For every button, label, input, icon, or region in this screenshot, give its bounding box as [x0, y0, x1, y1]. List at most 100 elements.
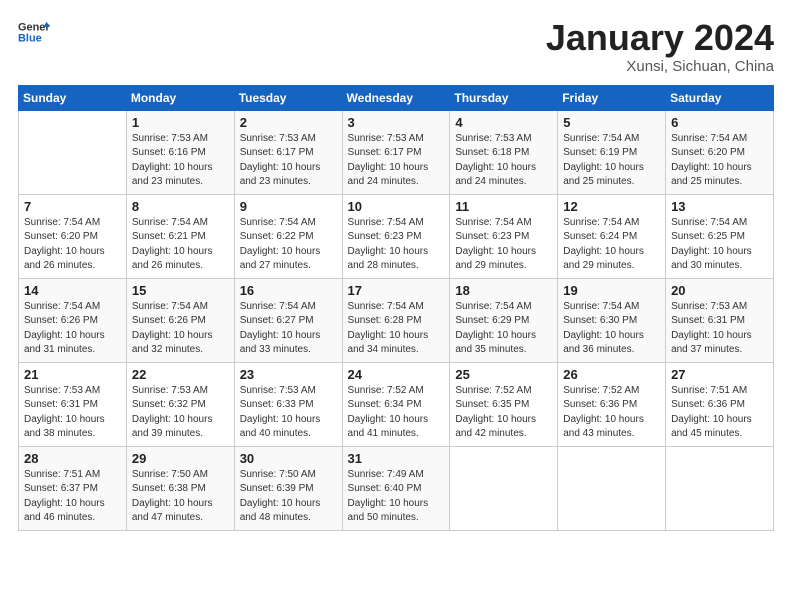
day-info: Sunrise: 7:53 AM Sunset: 6:31 PM Dayligh…	[671, 300, 768, 358]
cell-w4-d5: 26 Sunrise: 7:52 AM Sunset: 6:36 PM Dayli…	[558, 362, 666, 446]
cell-w2-d3: 10 Sunrise: 7:54 AM Sunset: 6:23 PM Dayli…	[342, 194, 450, 278]
title-block: January 2024 Xunsi, Sichuan, China	[546, 18, 774, 75]
cell-w5-d6	[666, 446, 774, 530]
day-number: 18	[455, 283, 552, 298]
day-number: 11	[455, 199, 552, 214]
col-wednesday: Wednesday	[342, 85, 450, 110]
day-info: Sunrise: 7:54 AM Sunset: 6:22 PM Dayligh…	[240, 216, 337, 274]
day-number: 19	[563, 283, 660, 298]
day-number: 21	[24, 367, 121, 382]
day-number: 27	[671, 367, 768, 382]
cell-w3-d0: 14 Sunrise: 7:54 AM Sunset: 6:26 PM Dayli…	[19, 278, 127, 362]
cell-w3-d6: 20 Sunrise: 7:53 AM Sunset: 6:31 PM Dayli…	[666, 278, 774, 362]
day-info: Sunrise: 7:54 AM Sunset: 6:30 PM Dayligh…	[563, 300, 660, 358]
cell-w1-d3: 3Sunrise: 7:53 AM Sunset: 6:17 PM Daylig…	[342, 110, 450, 194]
day-number: 2	[240, 115, 337, 130]
col-sunday: Sunday	[19, 85, 127, 110]
day-info: Sunrise: 7:54 AM Sunset: 6:27 PM Dayligh…	[240, 300, 337, 358]
header: General Blue January 2024 Xunsi, Sichuan…	[18, 18, 774, 75]
cell-w2-d0: 7Sunrise: 7:54 AM Sunset: 6:20 PM Daylig…	[19, 194, 127, 278]
cell-w3-d5: 19 Sunrise: 7:54 AM Sunset: 6:30 PM Dayli…	[558, 278, 666, 362]
day-number: 8	[132, 199, 229, 214]
day-number: 30	[240, 451, 337, 466]
cell-w4-d0: 21 Sunrise: 7:53 AM Sunset: 6:31 PM Dayli…	[19, 362, 127, 446]
day-info: Sunrise: 7:53 AM Sunset: 6:18 PM Dayligh…	[455, 132, 552, 190]
cell-w2-d6: 13Sunrise: 7:54 AM Sunset: 6:25 PM Dayli…	[666, 194, 774, 278]
cell-w1-d2: 2 Sunrise: 7:53 AM Sunset: 6:17 PM Daylig…	[234, 110, 342, 194]
cell-w2-d1: 8Sunrise: 7:54 AM Sunset: 6:21 PM Daylig…	[126, 194, 234, 278]
svg-text:Blue: Blue	[18, 32, 42, 44]
day-number: 1	[132, 115, 229, 130]
day-info: Sunrise: 7:53 AM Sunset: 6:17 PM Dayligh…	[240, 132, 337, 190]
month-title: January 2024	[546, 18, 774, 58]
cell-w5-d0: 28 Sunrise: 7:51 AM Sunset: 6:37 PM Dayli…	[19, 446, 127, 530]
cell-w1-d6: 6 Sunrise: 7:54 AM Sunset: 6:20 PM Daylig…	[666, 110, 774, 194]
day-number: 10	[348, 199, 445, 214]
day-number: 5	[563, 115, 660, 130]
col-tuesday: Tuesday	[234, 85, 342, 110]
cell-w3-d3: 17 Sunrise: 7:54 AM Sunset: 6:28 PM Dayli…	[342, 278, 450, 362]
day-info: Sunrise: 7:54 AM Sunset: 6:20 PM Dayligh…	[671, 132, 768, 190]
week-row-4: 21 Sunrise: 7:53 AM Sunset: 6:31 PM Dayli…	[19, 362, 774, 446]
day-info: Sunrise: 7:50 AM Sunset: 6:38 PM Dayligh…	[132, 468, 229, 526]
day-info: Sunrise: 7:54 AM Sunset: 6:29 PM Dayligh…	[455, 300, 552, 358]
day-info: Sunrise: 7:53 AM Sunset: 6:32 PM Dayligh…	[132, 384, 229, 442]
logo-icon: General Blue	[18, 18, 50, 46]
day-number: 6	[671, 115, 768, 130]
cell-w4-d4: 25 Sunrise: 7:52 AM Sunset: 6:35 PM Dayli…	[450, 362, 558, 446]
day-number: 14	[24, 283, 121, 298]
calendar-table: Sunday Monday Tuesday Wednesday Thursday…	[18, 85, 774, 531]
cell-w5-d3: 31 Sunrise: 7:49 AM Sunset: 6:40 PM Dayli…	[342, 446, 450, 530]
day-info: Sunrise: 7:54 AM Sunset: 6:26 PM Dayligh…	[24, 300, 121, 358]
day-info: Sunrise: 7:54 AM Sunset: 6:23 PM Dayligh…	[348, 216, 445, 274]
day-number: 3	[348, 115, 445, 130]
day-number: 31	[348, 451, 445, 466]
cell-w2-d4: 11 Sunrise: 7:54 AM Sunset: 6:23 PM Dayli…	[450, 194, 558, 278]
cell-w4-d1: 22 Sunrise: 7:53 AM Sunset: 6:32 PM Dayli…	[126, 362, 234, 446]
col-monday: Monday	[126, 85, 234, 110]
cell-w3-d4: 18 Sunrise: 7:54 AM Sunset: 6:29 PM Dayli…	[450, 278, 558, 362]
day-info: Sunrise: 7:53 AM Sunset: 6:33 PM Dayligh…	[240, 384, 337, 442]
cell-w4-d3: 24 Sunrise: 7:52 AM Sunset: 6:34 PM Dayli…	[342, 362, 450, 446]
day-number: 23	[240, 367, 337, 382]
day-info: Sunrise: 7:50 AM Sunset: 6:39 PM Dayligh…	[240, 468, 337, 526]
day-number: 15	[132, 283, 229, 298]
day-number: 26	[563, 367, 660, 382]
day-info: Sunrise: 7:54 AM Sunset: 6:24 PM Dayligh…	[563, 216, 660, 274]
day-info: Sunrise: 7:54 AM Sunset: 6:26 PM Dayligh…	[132, 300, 229, 358]
day-number: 17	[348, 283, 445, 298]
cell-w4-d2: 23 Sunrise: 7:53 AM Sunset: 6:33 PM Dayli…	[234, 362, 342, 446]
cell-w2-d2: 9 Sunrise: 7:54 AM Sunset: 6:22 PM Daylig…	[234, 194, 342, 278]
day-number: 13	[671, 199, 768, 214]
col-thursday: Thursday	[450, 85, 558, 110]
day-info: Sunrise: 7:54 AM Sunset: 6:28 PM Dayligh…	[348, 300, 445, 358]
day-info: Sunrise: 7:52 AM Sunset: 6:35 PM Dayligh…	[455, 384, 552, 442]
day-number: 25	[455, 367, 552, 382]
location-subtitle: Xunsi, Sichuan, China	[546, 58, 774, 75]
day-info: Sunrise: 7:52 AM Sunset: 6:34 PM Dayligh…	[348, 384, 445, 442]
day-number: 12	[563, 199, 660, 214]
day-number: 20	[671, 283, 768, 298]
cell-w4-d6: 27 Sunrise: 7:51 AM Sunset: 6:36 PM Dayli…	[666, 362, 774, 446]
day-number: 22	[132, 367, 229, 382]
day-info: Sunrise: 7:51 AM Sunset: 6:37 PM Dayligh…	[24, 468, 121, 526]
day-number: 28	[24, 451, 121, 466]
week-row-1: 1 Sunrise: 7:53 AM Sunset: 6:16 PM Daylig…	[19, 110, 774, 194]
cell-w2-d5: 12 Sunrise: 7:54 AM Sunset: 6:24 PM Dayli…	[558, 194, 666, 278]
day-number: 16	[240, 283, 337, 298]
cell-w1-d1: 1 Sunrise: 7:53 AM Sunset: 6:16 PM Daylig…	[126, 110, 234, 194]
cell-w5-d1: 29Sunrise: 7:50 AM Sunset: 6:38 PM Dayli…	[126, 446, 234, 530]
day-info: Sunrise: 7:53 AM Sunset: 6:16 PM Dayligh…	[132, 132, 229, 190]
day-info: Sunrise: 7:51 AM Sunset: 6:36 PM Dayligh…	[671, 384, 768, 442]
day-number: 9	[240, 199, 337, 214]
day-info: Sunrise: 7:53 AM Sunset: 6:31 PM Dayligh…	[24, 384, 121, 442]
day-info: Sunrise: 7:49 AM Sunset: 6:40 PM Dayligh…	[348, 468, 445, 526]
cell-w3-d2: 16 Sunrise: 7:54 AM Sunset: 6:27 PM Dayli…	[234, 278, 342, 362]
col-saturday: Saturday	[666, 85, 774, 110]
col-friday: Friday	[558, 85, 666, 110]
day-info: Sunrise: 7:54 AM Sunset: 6:23 PM Dayligh…	[455, 216, 552, 274]
day-number: 24	[348, 367, 445, 382]
week-row-5: 28 Sunrise: 7:51 AM Sunset: 6:37 PM Dayli…	[19, 446, 774, 530]
cell-w1-d4: 4Sunrise: 7:53 AM Sunset: 6:18 PM Daylig…	[450, 110, 558, 194]
day-info: Sunrise: 7:52 AM Sunset: 6:36 PM Dayligh…	[563, 384, 660, 442]
